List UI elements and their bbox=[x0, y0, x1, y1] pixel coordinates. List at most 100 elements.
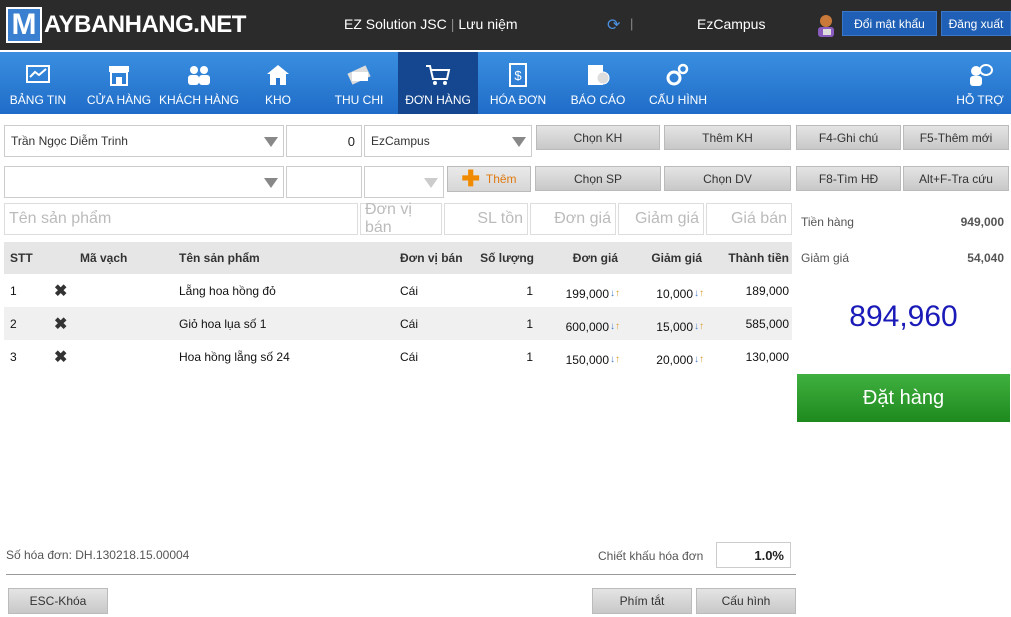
discount-adjust-icon[interactable]: ↓↑ bbox=[694, 321, 704, 332]
select-service-button[interactable]: Chọn DV bbox=[664, 166, 791, 191]
new-order-button[interactable]: F5-Thêm mới bbox=[903, 125, 1009, 150]
cart-icon bbox=[426, 65, 451, 85]
nav-item-kho[interactable]: KHO bbox=[252, 52, 304, 114]
main-nav: BẢNG TIN CỬA HÀNG KHÁCH HÀNG KHO THU CHI… bbox=[0, 52, 1011, 114]
nav-label: HÓA ĐƠN bbox=[489, 93, 547, 107]
row-discount[interactable]: 20,000 ↓↑ bbox=[628, 340, 704, 373]
warehouse-icon bbox=[267, 65, 289, 85]
row-stt: 1 bbox=[10, 283, 17, 298]
row-unit: Cái bbox=[400, 283, 419, 298]
col-qty: Số lượng bbox=[480, 251, 534, 265]
row-price[interactable]: 150,000 ↓↑ bbox=[544, 340, 620, 373]
nav-label: HỖ TRỢ bbox=[956, 93, 1004, 107]
row-discount-value: 15,000 bbox=[656, 319, 693, 334]
row-qty[interactable]: 1 bbox=[476, 274, 533, 307]
unit-input[interactable]: Đơn vị bán bbox=[360, 201, 442, 236]
store-icon bbox=[109, 66, 129, 86]
delete-icon[interactable]: ✖ bbox=[54, 307, 67, 340]
delete-icon[interactable]: ✖ bbox=[54, 340, 67, 373]
nav-item-hoa-don[interactable]: $ HÓA ĐƠN bbox=[482, 52, 554, 114]
nav-item-don-hang[interactable]: ĐƠN HÀNG bbox=[398, 52, 478, 114]
row-qty[interactable]: 1 bbox=[476, 340, 533, 373]
nav-item-bao-cao[interactable]: BÁO CÁO bbox=[564, 52, 632, 114]
logo[interactable]: M AYBANHANG.NET bbox=[6, 7, 246, 43]
svg-text:$: $ bbox=[514, 68, 522, 83]
separator: | bbox=[630, 16, 634, 31]
delete-icon[interactable]: ✖ bbox=[54, 274, 67, 307]
logo-mark: M bbox=[6, 7, 42, 43]
product-name-input[interactable]: Tên sản phẩm bbox=[4, 203, 358, 235]
invoice-discount-field[interactable]: 1.0% bbox=[716, 542, 791, 568]
discount-label: Giảm giá bbox=[801, 251, 850, 265]
add-customer-button[interactable]: Thêm KH bbox=[664, 125, 791, 150]
config-button[interactable]: Cấu hình bbox=[696, 588, 796, 614]
invoice-icon: $ bbox=[509, 63, 527, 87]
sync-icon[interactable]: ⟳ bbox=[607, 15, 620, 35]
product-select[interactable] bbox=[4, 166, 284, 198]
row-price-value: 199,000 bbox=[565, 286, 609, 301]
find-invoice-button[interactable]: F8-Tìm HĐ bbox=[796, 166, 901, 191]
row-name: Hoa hồng lẵng số 24 bbox=[179, 349, 290, 364]
nav-item-ho-tro[interactable]: HỖ TRỢ bbox=[950, 52, 1010, 114]
table-row: 2 ✖ Giỏ hoa lụa số 1 Cái 1 600,000 ↓↑ 15,… bbox=[4, 307, 792, 340]
customer-select[interactable]: Trần Ngọc Diễm Trinh bbox=[4, 125, 284, 157]
nav-item-cua-hang[interactable]: CỬA HÀNG bbox=[84, 52, 154, 114]
change-password-button[interactable]: Đổi mật khẩu bbox=[842, 11, 937, 36]
row-price[interactable]: 600,000 ↓↑ bbox=[544, 307, 620, 340]
nav-item-bang-tin[interactable]: BẢNG TIN bbox=[4, 52, 72, 114]
customers-icon bbox=[188, 66, 210, 85]
store-select[interactable]: EzCampus bbox=[364, 125, 532, 157]
plus-icon: ✚ bbox=[461, 166, 480, 191]
logout-button[interactable]: Đăng xuất bbox=[941, 11, 1011, 36]
row-name: Giỏ hoa lụa số 1 bbox=[179, 316, 267, 331]
invoice-discount-label: Chiết khấu hóa đơn bbox=[598, 549, 704, 563]
stock-input[interactable]: SL tồn bbox=[444, 203, 528, 235]
row-discount[interactable]: 15,000 ↓↑ bbox=[628, 307, 704, 340]
row-qty[interactable]: 1 bbox=[476, 307, 533, 340]
nav-item-cau-hinh[interactable]: CẤU HÌNH bbox=[642, 52, 714, 114]
nav-item-khach-hang[interactable]: KHÁCH HÀNG bbox=[156, 52, 242, 114]
dashboard-icon bbox=[26, 65, 50, 83]
price-adjust-icon[interactable]: ↓↑ bbox=[610, 288, 620, 299]
esc-lock-button[interactable]: ESC-Khóa bbox=[8, 588, 108, 614]
discount-adjust-icon[interactable]: ↓↑ bbox=[694, 288, 704, 299]
nav-label: CẤU HÌNH bbox=[648, 93, 707, 107]
support-icon bbox=[970, 64, 993, 86]
sale-price-input[interactable]: Giá bán bbox=[706, 203, 792, 235]
price-adjust-icon[interactable]: ↓↑ bbox=[610, 354, 620, 365]
user-avatar-icon bbox=[818, 15, 834, 37]
nav-label: ĐƠN HÀNG bbox=[405, 93, 471, 107]
lookup-button[interactable]: Alt+F-Tra cứu bbox=[903, 166, 1009, 191]
select-customer-button[interactable]: Chọn KH bbox=[536, 125, 660, 150]
quantity-field[interactable] bbox=[286, 166, 362, 198]
place-order-button[interactable]: Đặt hàng bbox=[797, 374, 1010, 422]
note-button[interactable]: F4-Ghi chú bbox=[796, 125, 901, 150]
row-discount-value: 20,000 bbox=[656, 352, 693, 367]
discount-adjust-icon[interactable]: ↓↑ bbox=[694, 354, 704, 365]
nav-item-thu-chi[interactable]: THU CHI bbox=[320, 52, 398, 114]
price-input[interactable]: Đơn giá bbox=[530, 203, 616, 235]
top-bar: M AYBANHANG.NET EZ Solution JSC | Lưu niệm… bbox=[0, 0, 1011, 50]
chevron-down-icon bbox=[264, 178, 278, 188]
row-discount-value: 10,000 bbox=[656, 286, 693, 301]
table-row: 1 ✖ Lẵng hoa hồng đỏ Cái 1 199,000 ↓↑ 10,… bbox=[4, 274, 792, 307]
customer-qty-field[interactable]: 0 bbox=[286, 125, 362, 157]
discount-input[interactable]: Giảm giá bbox=[618, 203, 704, 235]
settings-icon bbox=[666, 63, 689, 86]
col-barcode: Mã vạch bbox=[80, 251, 128, 265]
col-unit: Đơn vị bán bbox=[400, 251, 463, 265]
cash-icon bbox=[347, 65, 371, 85]
add-product-button[interactable]: ✚ Thêm bbox=[447, 166, 531, 192]
row-price[interactable]: 199,000 ↓↑ bbox=[544, 274, 620, 307]
col-total: Thành tiền bbox=[728, 251, 789, 265]
row-discount[interactable]: 10,000 ↓↑ bbox=[628, 274, 704, 307]
discount-value: 54,040 bbox=[967, 251, 1004, 265]
add-product-label: Thêm bbox=[485, 172, 517, 186]
select-product-button[interactable]: Chọn SP bbox=[535, 166, 661, 191]
unit-select[interactable] bbox=[364, 166, 444, 198]
shortcuts-button[interactable]: Phím tắt bbox=[592, 588, 692, 614]
row-total: 130,000 bbox=[745, 349, 789, 364]
nav-label: THU CHI bbox=[334, 93, 384, 107]
price-adjust-icon[interactable]: ↓↑ bbox=[610, 321, 620, 332]
row-total: 189,000 bbox=[745, 283, 789, 298]
